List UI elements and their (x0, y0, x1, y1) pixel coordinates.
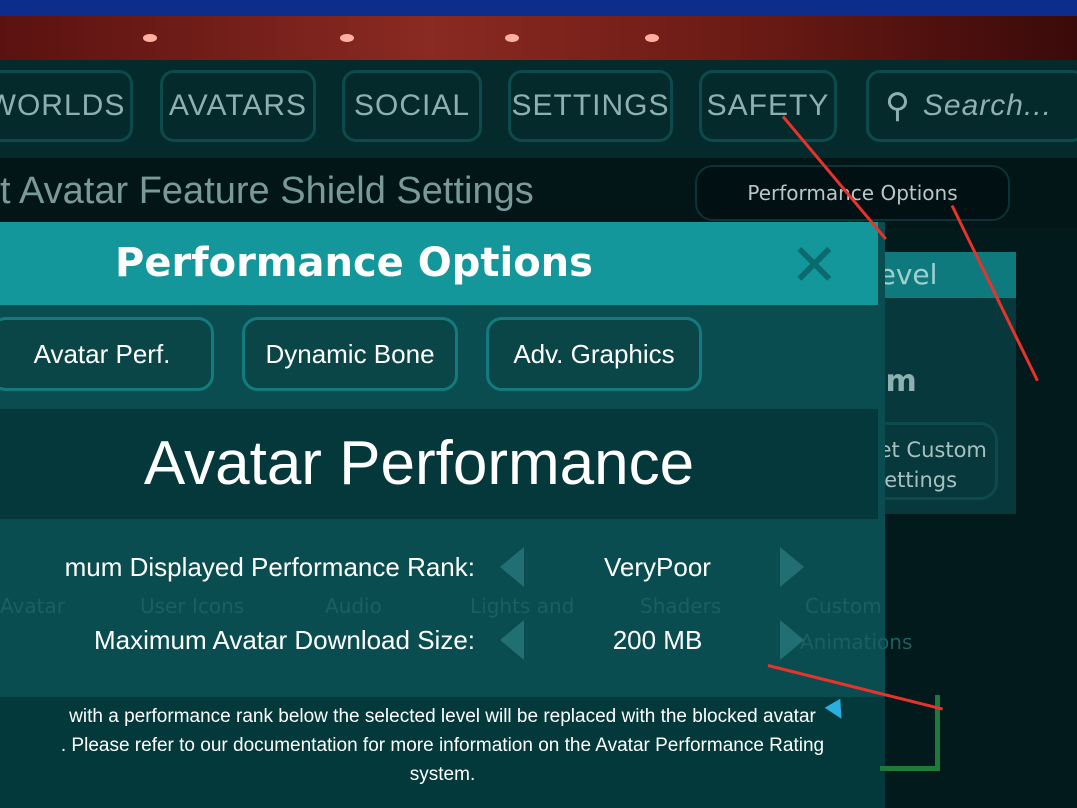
modal-title: Performance Options (0, 222, 878, 305)
performance-options-button[interactable]: Performance Options (695, 165, 1010, 221)
nav-label: SAFETY (706, 89, 830, 122)
page-title: t Avatar Feature Shield Settings (0, 170, 534, 212)
performance-rank-value: VeryPoor (604, 552, 711, 582)
performance-rank-label: mum Displayed Performance Rank: (64, 552, 475, 582)
ghost-label: User Icons (140, 594, 245, 618)
description-line: with a performance rank below the select… (69, 706, 816, 727)
search-placeholder: Search... (922, 89, 1052, 122)
tab-label: Dynamic Bone (265, 338, 435, 369)
description-line: . Please refer to our documentation for … (60, 735, 825, 756)
nav-label: SOCIAL (353, 89, 471, 122)
download-size-value: 200 MB (612, 625, 703, 655)
description-text: with a performance rank below the select… (0, 697, 885, 808)
search-icon: ⚲ (885, 87, 911, 125)
performance-options-modal: Performance Options ✕ Avatar Perf. Dynam… (0, 222, 912, 808)
ghost-label: Animations (800, 630, 913, 654)
ghost-label: Audio (325, 594, 382, 618)
rank-increase-arrow-icon[interactable] (780, 547, 804, 587)
download-size-label: Maximum Avatar Download Size: (93, 625, 475, 655)
tab-avatar-perf[interactable]: Avatar Perf. (0, 317, 214, 391)
ghost-label: Shaders (640, 594, 722, 618)
nav-label: WORLDS (0, 89, 126, 122)
ghost-label: Lights and (470, 594, 575, 618)
section-title: Avatar Performance (0, 409, 878, 519)
size-increase-arrow-icon[interactable] (780, 620, 804, 660)
tab-label: Avatar Perf. (33, 338, 171, 369)
nav-safety[interactable]: SAFETY (699, 70, 837, 142)
description-line: system. (409, 764, 476, 785)
nav-label: AVATARS (168, 89, 308, 122)
size-decrease-arrow-icon[interactable] (500, 620, 524, 660)
top-bar (0, 0, 1077, 16)
ghost-label: Avatar (0, 594, 65, 618)
search-input[interactable]: ⚲ Search... (866, 70, 1077, 142)
tab-adv-graphics[interactable]: Adv. Graphics (486, 317, 702, 391)
nav-avatars[interactable]: AVATARS (160, 70, 316, 142)
world-background (0, 16, 1077, 66)
nav-settings[interactable]: SETTINGS (508, 70, 673, 142)
rank-decrease-arrow-icon[interactable] (500, 547, 524, 587)
tab-dynamic-bone[interactable]: Dynamic Bone (242, 317, 458, 391)
nav-social[interactable]: SOCIAL (342, 70, 482, 142)
nav-worlds[interactable]: WORLDS (0, 70, 133, 142)
close-icon[interactable]: ✕ (790, 236, 839, 294)
nav-label: SETTINGS (511, 89, 670, 122)
main-nav: WORLDS AVATARS SOCIAL SETTINGS SAFETY ⚲ … (0, 60, 1077, 158)
ghost-label: Custom (805, 594, 882, 618)
tab-label: Adv. Graphics (513, 338, 675, 369)
